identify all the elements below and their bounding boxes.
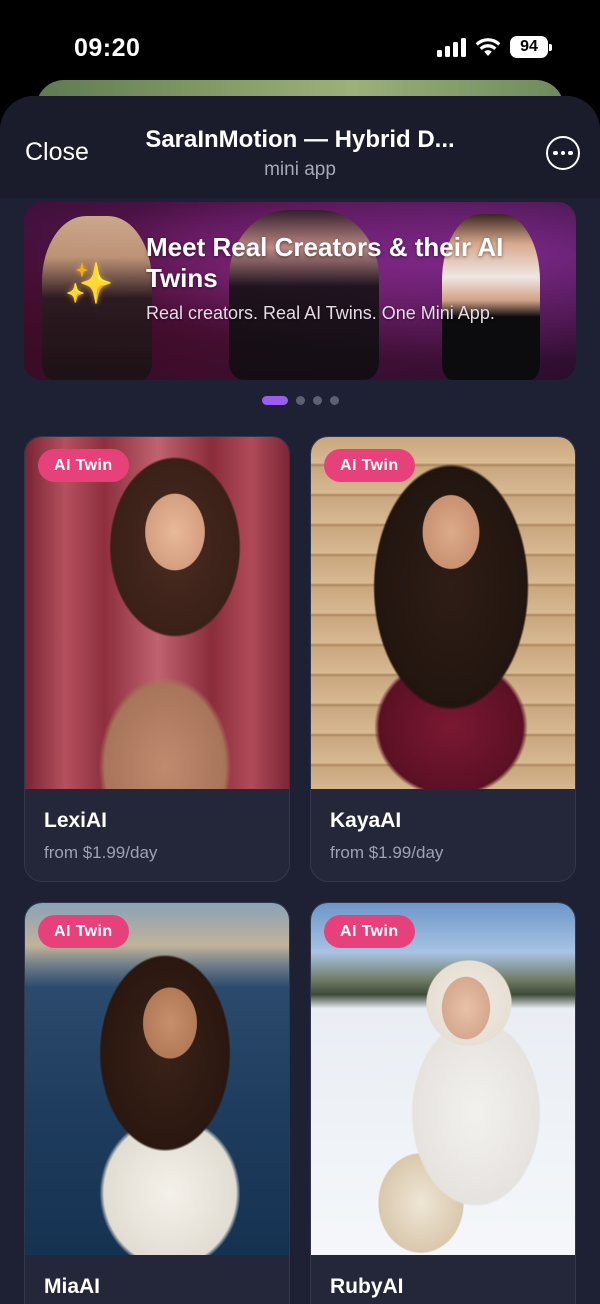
- app-title: SaraInMotion — Hybrid D...: [145, 126, 455, 153]
- ai-twin-badge: AI Twin: [324, 915, 415, 948]
- close-button[interactable]: Close: [25, 138, 89, 167]
- creator-price: from $1.99/day: [330, 843, 444, 862]
- creator-card-kaya[interactable]: AI Twin KayaAI from $1.99/day: [310, 436, 576, 882]
- creator-name: LexiAI: [44, 809, 108, 832]
- creator-photo: [25, 903, 289, 1255]
- promo-banner[interactable]: ✨ Meet Real Creators & their AI Twins Re…: [24, 202, 576, 380]
- sheet-header: Close SaraInMotion — Hybrid D... mini ap…: [0, 96, 600, 198]
- more-options-icon[interactable]: [546, 136, 580, 170]
- banner-subtitle: Real creators. Real AI Twins. One Mini A…: [146, 303, 495, 323]
- ai-twin-badge: AI Twin: [38, 449, 129, 482]
- creator-photo: [311, 437, 575, 789]
- creator-name: RubyAI: [330, 1275, 404, 1298]
- cellular-signal-icon: [437, 37, 466, 57]
- status-icons: 94: [437, 36, 552, 58]
- status-time: 09:20: [74, 34, 141, 62]
- creator-name: MiaAI: [44, 1275, 101, 1298]
- carousel-dots: [0, 396, 600, 405]
- wifi-icon: [475, 37, 501, 57]
- creator-photo: [311, 903, 575, 1255]
- carousel-dot[interactable]: [295, 396, 305, 405]
- creator-card-mia[interactable]: AI Twin MiaAI: [24, 902, 290, 1304]
- creator-photo: [25, 437, 289, 789]
- creator-name: KayaAI: [330, 809, 402, 832]
- banner-title: Meet Real Creators & their AI Twins: [146, 232, 504, 293]
- creator-card-lexi[interactable]: AI Twin LexiAI from $1.99/day: [24, 436, 290, 882]
- ai-twin-badge: AI Twin: [324, 449, 415, 482]
- app-subtitle: mini app: [264, 159, 336, 180]
- carousel-dot[interactable]: [312, 396, 322, 405]
- carousel-dot-active[interactable]: [261, 396, 288, 405]
- ai-twin-badge: AI Twin: [38, 915, 129, 948]
- creator-card-ruby[interactable]: AI Twin RubyAI: [310, 902, 576, 1304]
- battery-icon: 94: [510, 36, 552, 58]
- sparkles-icon: ✨: [64, 262, 114, 306]
- carousel-dot[interactable]: [329, 396, 339, 405]
- creator-price: from $1.99/day: [44, 843, 158, 862]
- mini-app-sheet: Close SaraInMotion — Hybrid D... mini ap…: [0, 96, 600, 1304]
- header-title-group: SaraInMotion — Hybrid D... mini app: [110, 126, 490, 181]
